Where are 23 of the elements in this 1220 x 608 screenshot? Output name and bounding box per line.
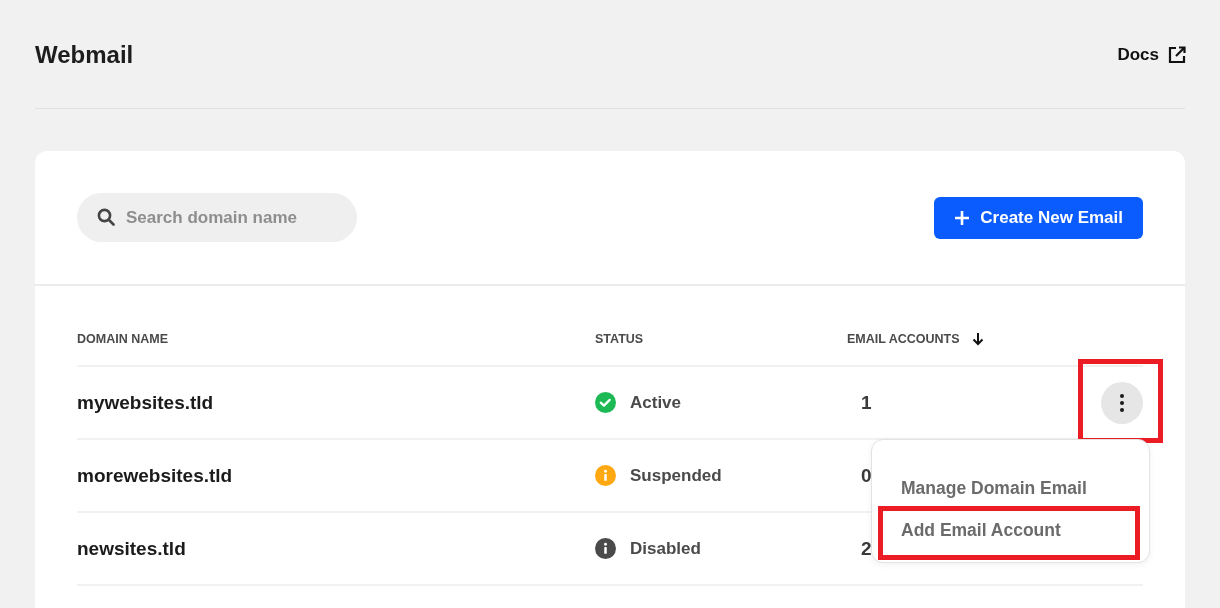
domain-name: mywebsites.tld <box>77 391 214 414</box>
external-link-icon <box>1168 46 1186 64</box>
column-header: DOMAIN NAME <box>77 332 168 346</box>
plus-icon <box>954 209 971 226</box>
column-header[interactable]: EMAIL ACCOUNTS <box>847 332 960 346</box>
domain-name: morewebsites.tld <box>77 464 233 487</box>
status-label: Disabled <box>630 538 701 559</box>
search-field[interactable]: Search domain name <box>77 193 357 242</box>
menu-item[interactable]: Add Email Account <box>872 509 1149 551</box>
email-account-count: 2 <box>861 537 872 560</box>
more-options-button[interactable] <box>1101 381 1143 424</box>
docs-link[interactable]: Docs <box>1117 45 1186 65</box>
email-account-count: 0 <box>861 464 872 487</box>
domain-name: newsites.tld <box>77 537 186 560</box>
menu-item[interactable]: Manage Domain Email <box>872 467 1149 509</box>
search-icon <box>97 208 115 226</box>
email-account-count: 1 <box>861 391 872 414</box>
column-header: STATUS <box>595 332 644 346</box>
status-label: Active <box>630 392 682 413</box>
create-email-button[interactable]: Create New Email <box>934 196 1143 239</box>
page-title: Webmail <box>35 41 134 69</box>
status-label: Suspended <box>630 465 722 486</box>
kebab-icon <box>1120 393 1124 412</box>
